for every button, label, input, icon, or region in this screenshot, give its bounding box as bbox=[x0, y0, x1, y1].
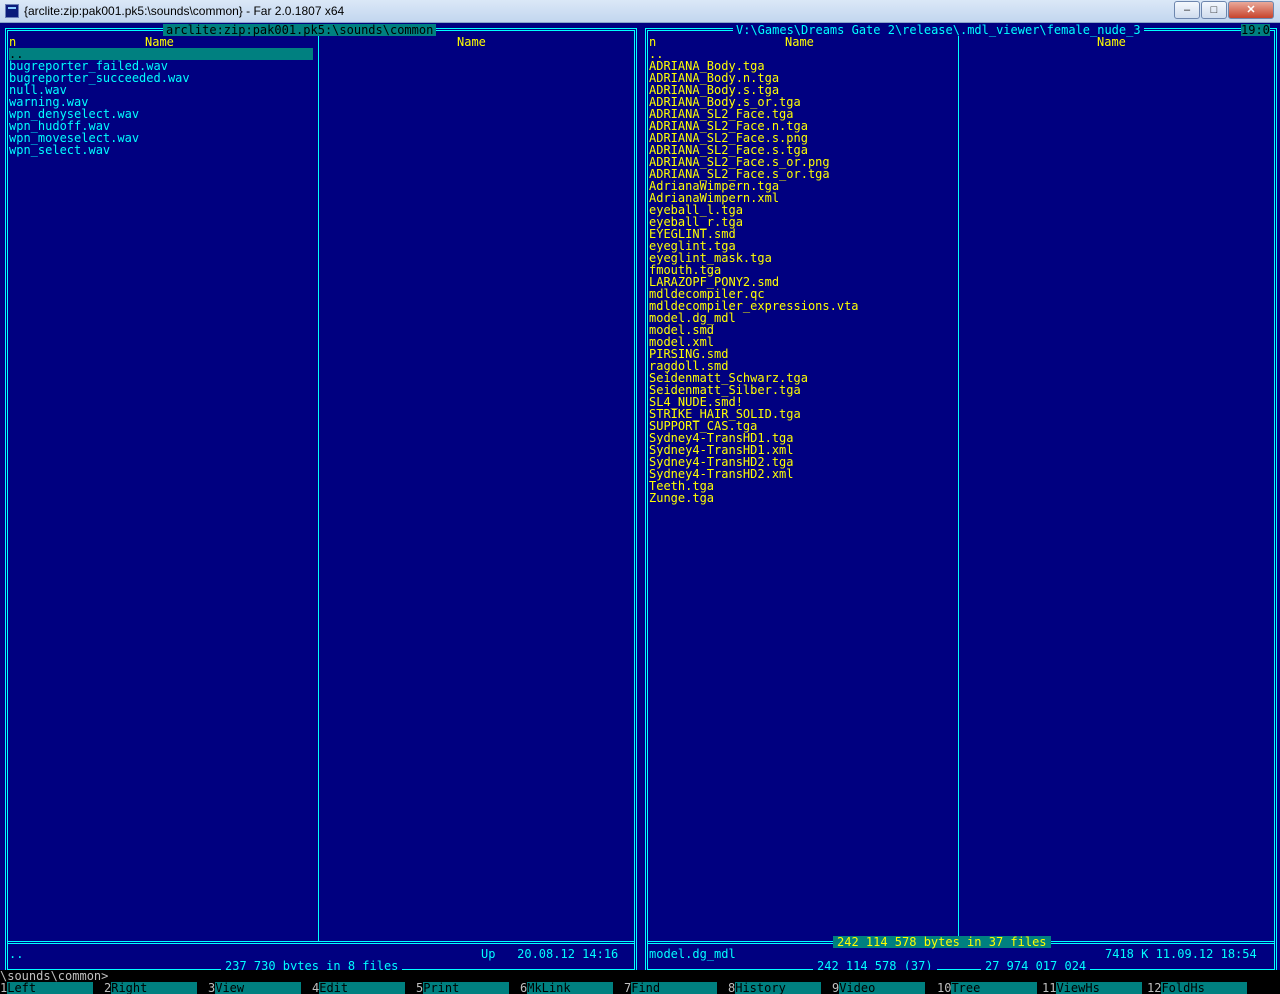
function-key-bar: 1Left 2Right 3View 4Edit 5Print 6MkLink 7Find 8… bbox=[0, 982, 1280, 994]
selection-info: 242 114 578 bytes in 37 files bbox=[833, 936, 1051, 948]
fkey-label: ViewHs bbox=[1056, 982, 1143, 994]
left-panel[interactable] bbox=[5, 28, 637, 972]
left-status-separator bbox=[8, 941, 634, 944]
fkey-label: Print bbox=[423, 982, 510, 994]
far-console: arclite:zip:pak001.pk5:\sounds\common n … bbox=[0, 23, 1280, 994]
left-col-name-1[interactable]: Name bbox=[145, 36, 174, 48]
fkey-number: 7 bbox=[624, 981, 632, 994]
fkey-number: 3 bbox=[208, 981, 216, 994]
fkey-12[interactable]: 12FoldHs bbox=[1147, 981, 1248, 994]
right-status-info: 7418 K 11.09.12 18:54 bbox=[1105, 947, 1257, 961]
fkey-2[interactable]: 2Right bbox=[104, 981, 198, 994]
fkey-4[interactable]: 4Edit bbox=[312, 981, 406, 994]
fkey-label: Edit bbox=[319, 982, 406, 994]
fkey-number: 6 bbox=[520, 981, 528, 994]
fkey-label: FoldHs bbox=[1161, 982, 1248, 994]
fkey-label: History bbox=[735, 982, 822, 994]
fkey-9[interactable]: 9Video bbox=[832, 981, 926, 994]
fkey-8[interactable]: 8History bbox=[728, 981, 822, 994]
fkey-11[interactable]: 11ViewHs bbox=[1042, 981, 1143, 994]
file-entry[interactable]: wpn_select.wav bbox=[9, 144, 110, 156]
fkey-6[interactable]: 6MkLink bbox=[520, 981, 614, 994]
left-column-separator bbox=[318, 35, 319, 941]
window-titlebar[interactable]: {arclite:zip:pak001.pk5:\sounds\common} … bbox=[0, 0, 1280, 23]
fkey-number: 9 bbox=[832, 981, 840, 994]
close-button[interactable]: ✕ bbox=[1228, 1, 1274, 19]
left-status-info: Up 20.08.12 14:16 bbox=[481, 947, 619, 961]
right-col-name-2[interactable]: Name bbox=[1097, 36, 1126, 48]
right-col-name-1[interactable]: Name bbox=[785, 36, 814, 48]
fkey-number: 8 bbox=[728, 981, 736, 994]
maximize-button[interactable]: □ bbox=[1201, 1, 1227, 19]
fkey-number: 4 bbox=[312, 981, 320, 994]
fkey-number: 11 bbox=[1042, 981, 1057, 994]
right-status-name: model.dg_mdl bbox=[649, 947, 736, 961]
fkey-label: Tree bbox=[951, 982, 1038, 994]
fkey-7[interactable]: 7Find bbox=[624, 981, 718, 994]
fkey-label: View bbox=[215, 982, 302, 994]
fkey-label: Video bbox=[839, 982, 926, 994]
fkey-label: Find bbox=[631, 982, 718, 994]
right-column-separator bbox=[958, 35, 959, 941]
fkey-number: 10 bbox=[937, 981, 952, 994]
window-title: {arclite:zip:pak001.pk5:\sounds\common} … bbox=[24, 4, 345, 18]
fkey-label: MkLink bbox=[527, 982, 614, 994]
left-panel-path[interactable]: arclite:zip:pak001.pk5:\sounds\common bbox=[163, 24, 437, 36]
fkey-5[interactable]: 5Print bbox=[416, 981, 510, 994]
fkey-3[interactable]: 3View bbox=[208, 981, 302, 994]
clock: 19:0 bbox=[1241, 23, 1270, 37]
fkey-number: 5 bbox=[416, 981, 424, 994]
fkey-label: Right bbox=[111, 982, 198, 994]
left-status-name: .. bbox=[9, 947, 24, 961]
fkey-label: Left bbox=[7, 982, 94, 994]
minimize-button[interactable]: – bbox=[1174, 1, 1200, 19]
app-icon bbox=[5, 4, 19, 18]
fkey-number: 12 bbox=[1147, 981, 1162, 994]
fkey-1[interactable]: 1Left bbox=[0, 981, 94, 994]
left-col-name-2[interactable]: Name bbox=[457, 36, 486, 48]
fkey-10[interactable]: 10Tree bbox=[937, 981, 1038, 994]
file-entry[interactable]: Zunge.tga bbox=[649, 492, 714, 504]
fkey-number: 1 bbox=[0, 981, 8, 994]
fkey-number: 2 bbox=[104, 981, 112, 994]
